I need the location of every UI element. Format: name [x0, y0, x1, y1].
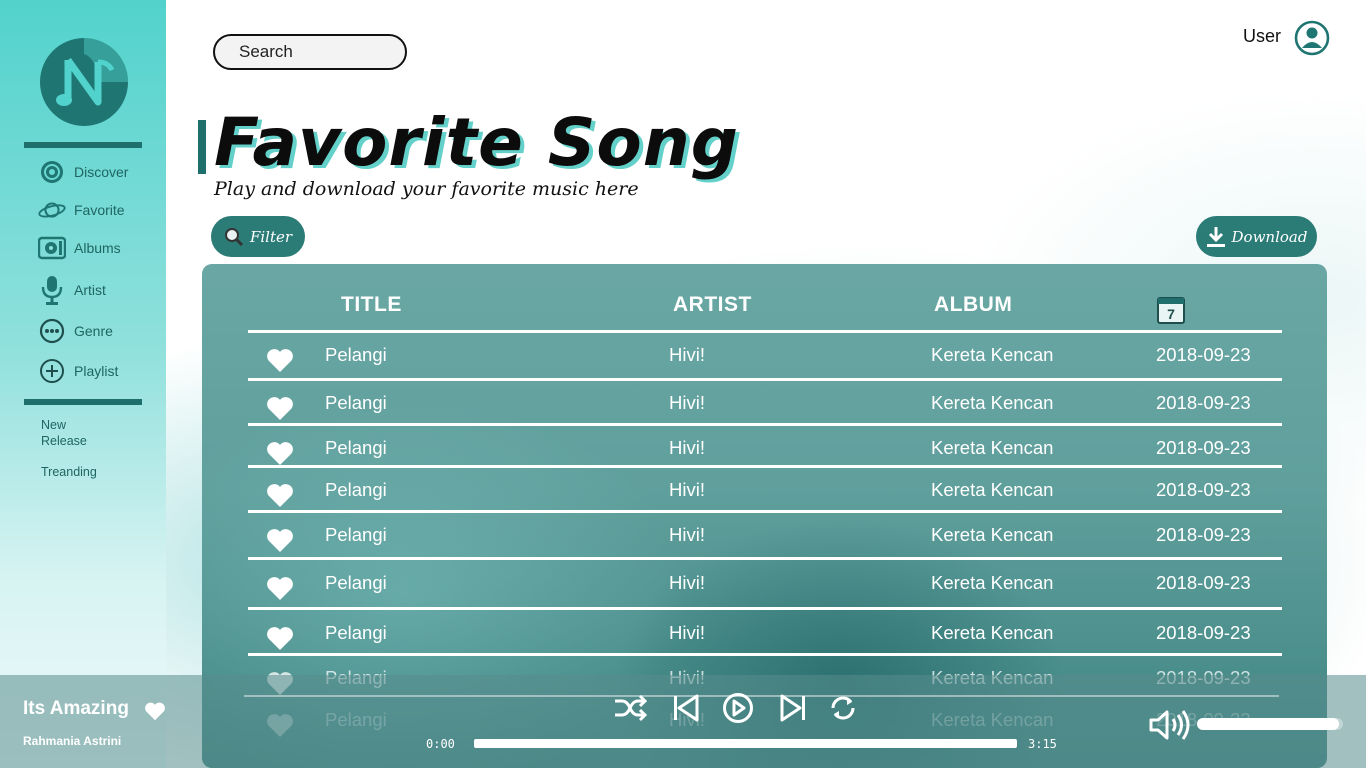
cell-title: Pelangi	[325, 392, 387, 413]
heart-icon[interactable]	[266, 625, 294, 651]
sidebar-item-artist[interactable]: Artist	[38, 276, 106, 305]
table-row[interactable]: Pelangi Hivi! Kereta Kencan 2018-09-23	[0, 436, 1366, 476]
cell-title: Pelangi	[325, 479, 387, 500]
filter-button[interactable]: Filter	[211, 216, 305, 257]
search-input[interactable]	[213, 34, 407, 70]
column-header-artist[interactable]: ARTIST	[673, 293, 752, 317]
disc-icon	[38, 158, 66, 186]
volume-slider[interactable]	[1197, 718, 1343, 730]
row-divider	[248, 510, 1282, 513]
cell-date: 2018-09-23	[1156, 479, 1251, 500]
row-divider	[248, 423, 1282, 426]
heart-icon[interactable]	[266, 575, 294, 601]
sidebar-item-label: Artist	[74, 282, 106, 298]
app-logo-icon[interactable]	[38, 36, 130, 128]
cell-date: 2018-09-23	[1156, 437, 1251, 458]
previous-icon[interactable]	[669, 692, 703, 724]
shuffle-icon[interactable]	[613, 692, 647, 724]
page-title: Favorite Song	[214, 104, 739, 181]
download-button[interactable]: Download	[1196, 216, 1317, 257]
cell-album: Kereta Kencan	[931, 392, 1054, 413]
sidebar-item-favorite[interactable]: Favorite	[38, 196, 125, 224]
sidebar-item-label: Favorite	[74, 202, 125, 218]
download-icon	[1206, 226, 1225, 247]
cell-date: 2018-09-23	[1156, 392, 1251, 413]
sidebar-item-label: Genre	[74, 323, 113, 339]
progress-slider[interactable]	[474, 739, 1017, 748]
play-icon[interactable]	[721, 692, 755, 724]
next-icon[interactable]	[777, 692, 811, 724]
volume-fill	[1197, 718, 1339, 730]
heart-icon[interactable]	[266, 527, 294, 553]
sidebar-divider	[24, 142, 142, 148]
cell-artist: Hivi!	[669, 392, 705, 413]
planet-icon	[38, 196, 66, 224]
calendar-date-text: 7	[1167, 306, 1175, 322]
cell-album: Kereta Kencan	[931, 479, 1054, 500]
volume-icon[interactable]	[1148, 708, 1192, 742]
page-subtitle: Play and download your favorite music he…	[214, 178, 639, 200]
cell-album: Kereta Kencan	[931, 437, 1054, 458]
title-accent-bar	[198, 120, 206, 174]
filter-label: Filter	[249, 227, 293, 246]
microphone-icon	[38, 276, 66, 305]
sidebar-item-genre[interactable]: Genre	[38, 317, 113, 345]
row-divider	[248, 465, 1282, 468]
sidebar-item-albums[interactable]: Albums	[38, 234, 121, 262]
user-avatar-icon[interactable]	[1294, 20, 1330, 56]
heart-icon[interactable]	[266, 440, 294, 466]
cell-title: Pelangi	[325, 524, 387, 545]
cell-date: 2018-09-23	[1156, 524, 1251, 545]
cell-album: Kereta Kencan	[931, 622, 1054, 643]
column-header-title[interactable]: TITLE	[341, 293, 402, 317]
cell-artist: Hivi!	[669, 524, 705, 545]
cell-title: Pelangi	[325, 572, 387, 593]
cell-artist: Hivi!	[669, 622, 705, 643]
row-divider	[248, 653, 1282, 656]
heart-icon[interactable]	[266, 395, 294, 421]
calendar-icon[interactable]: 7	[1156, 295, 1186, 325]
sidebar-item-label: Discover	[74, 164, 129, 180]
time-current: 0:00	[426, 737, 455, 751]
more-dots-icon	[38, 317, 66, 345]
column-header-album[interactable]: ALBUM	[934, 293, 1012, 317]
sidebar-item-label: Albums	[74, 240, 121, 256]
heart-icon[interactable]	[266, 482, 294, 508]
table-row[interactable]: Pelangi Hivi! Kereta Kencan 2018-09-23	[0, 571, 1366, 611]
cell-artist: Hivi!	[669, 437, 705, 458]
cell-title: Pelangi	[325, 344, 387, 365]
repeat-icon[interactable]	[826, 692, 860, 724]
cell-title: Pelangi	[325, 437, 387, 458]
album-icon	[38, 234, 66, 262]
now-playing-title: Its Amazing	[23, 698, 129, 719]
row-divider	[248, 330, 1282, 333]
cell-date: 2018-09-23	[1156, 622, 1251, 643]
now-playing-artist: Rahmania Astrini	[23, 734, 122, 748]
cell-album: Kereta Kencan	[931, 524, 1054, 545]
row-divider	[248, 607, 1282, 610]
cell-album: Kereta Kencan	[931, 344, 1054, 365]
player-divider	[244, 695, 1279, 697]
heart-icon[interactable]	[266, 347, 294, 373]
cell-title: Pelangi	[325, 622, 387, 643]
cell-date: 2018-09-23	[1156, 572, 1251, 593]
time-total: 3:15	[1028, 737, 1057, 751]
cell-album: Kereta Kencan	[931, 572, 1054, 593]
row-divider	[248, 557, 1282, 560]
cell-date: 2018-09-23	[1156, 344, 1251, 365]
user-label[interactable]: User	[1243, 26, 1281, 47]
sidebar-item-discover[interactable]: Discover	[38, 158, 128, 186]
cell-artist: Hivi!	[669, 572, 705, 593]
cell-artist: Hivi!	[669, 344, 705, 365]
table-row[interactable]: Pelangi Hivi! Kereta Kencan 2018-09-23	[0, 343, 1366, 383]
cell-artist: Hivi!	[669, 479, 705, 500]
download-label: Download	[1231, 227, 1308, 246]
row-divider	[248, 378, 1282, 381]
like-heart-icon[interactable]	[144, 701, 166, 721]
search-icon	[224, 227, 244, 246]
